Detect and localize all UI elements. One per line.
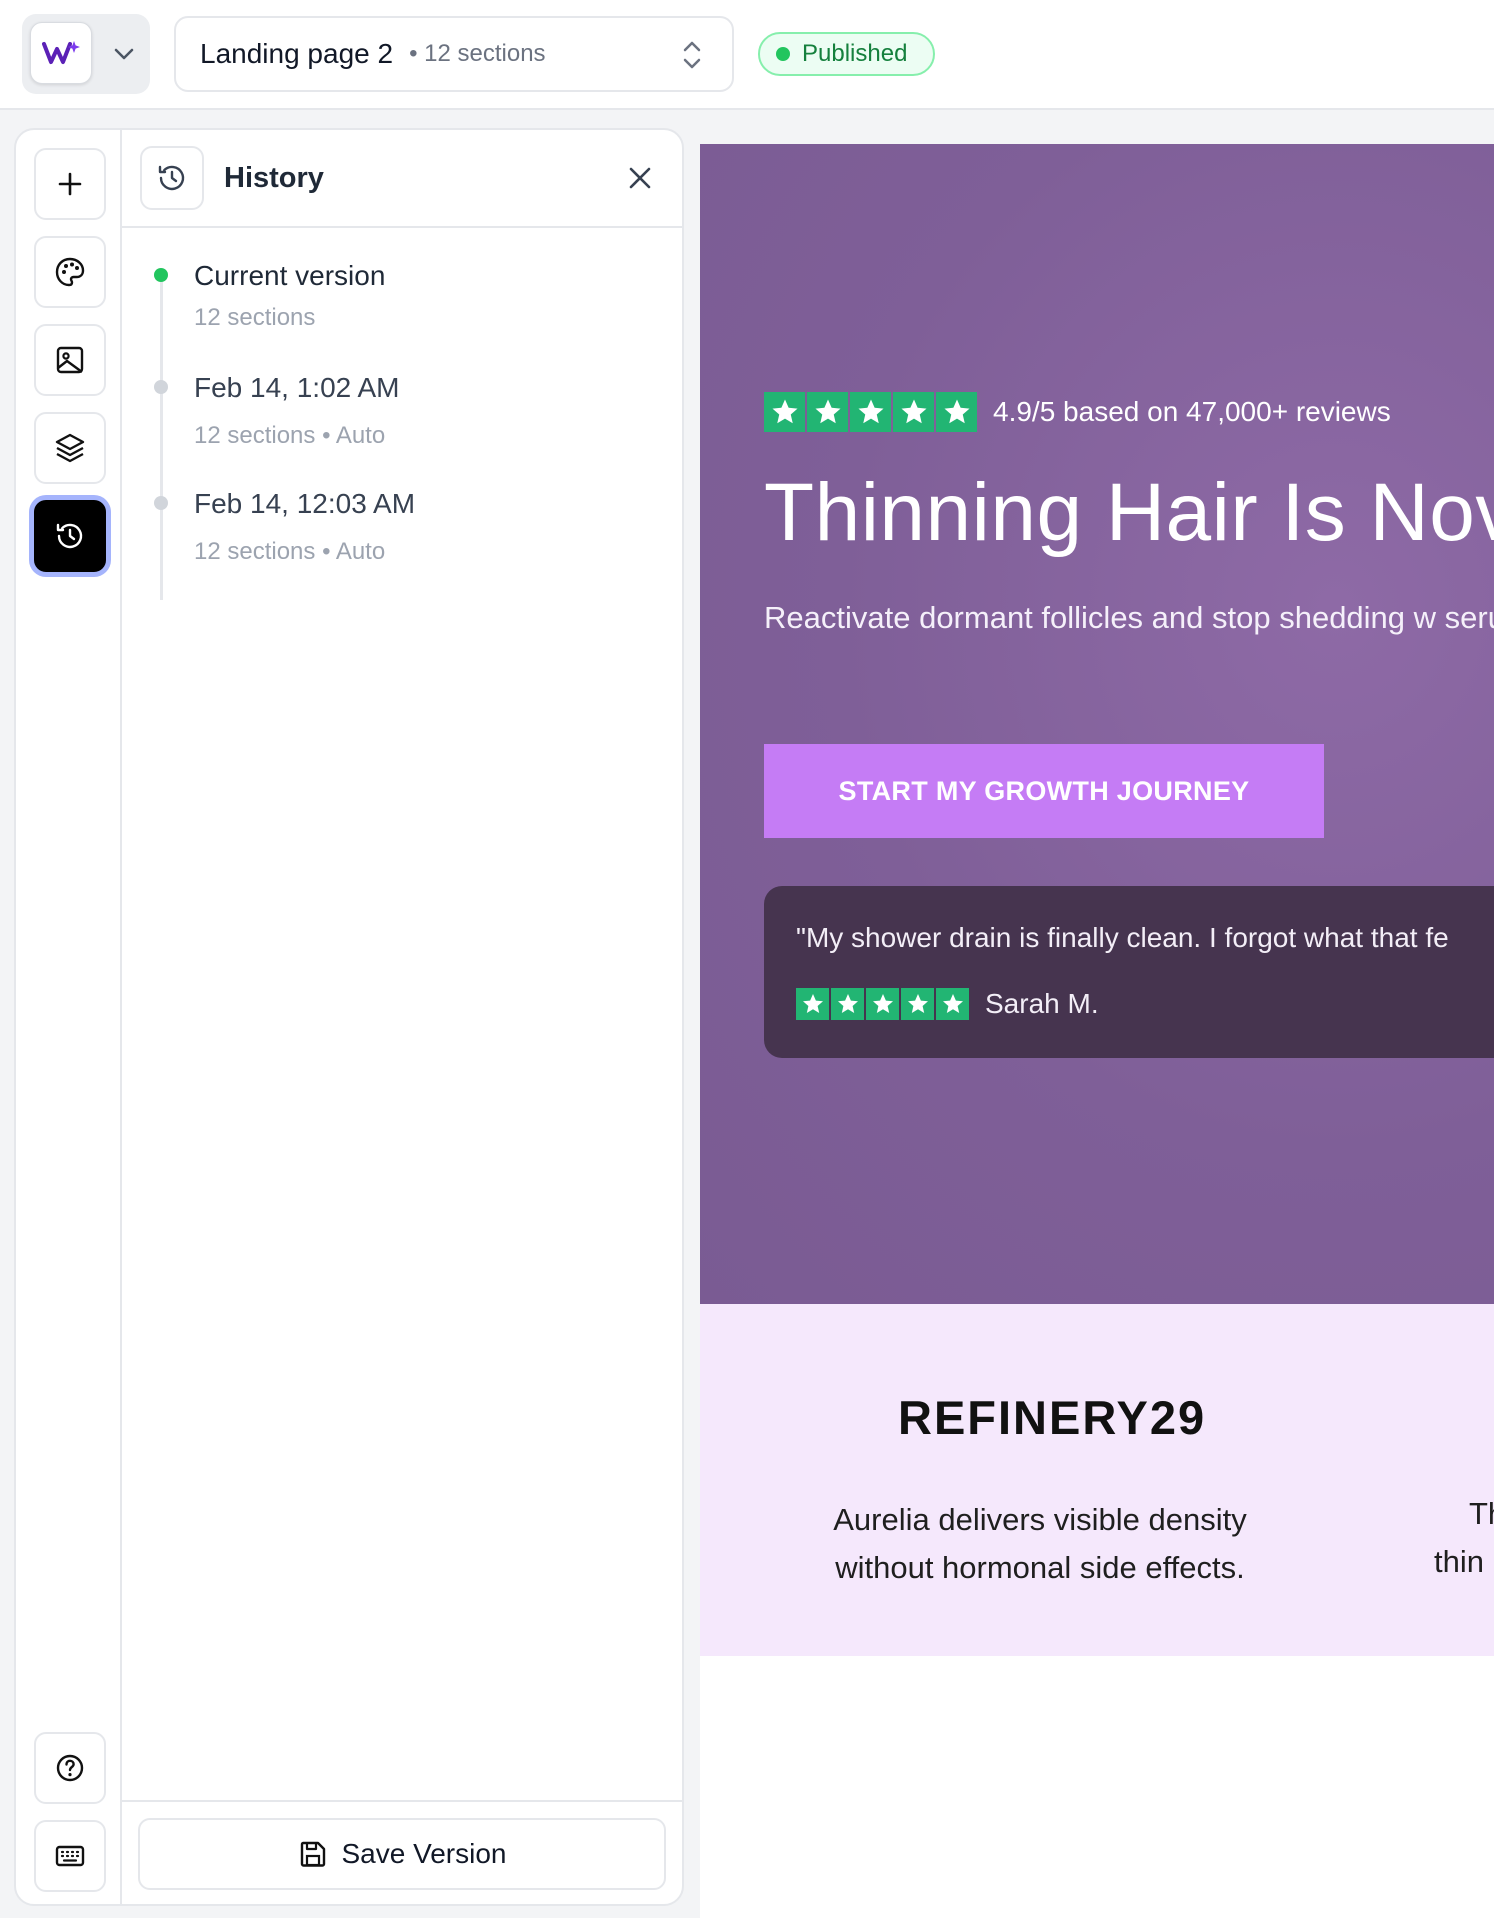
layers-button[interactable]	[34, 412, 106, 484]
rating-stars	[764, 392, 977, 432]
history-icon	[56, 523, 83, 549]
press-logo: REFINERY29	[898, 1391, 1207, 1444]
palette-icon	[55, 257, 85, 287]
version-title: Current version	[194, 260, 386, 291]
history-footer: Save Version	[122, 1800, 682, 1904]
add-section-button[interactable]	[34, 148, 106, 220]
workspace-switcher[interactable]	[22, 14, 150, 94]
version-item[interactable]: Feb 14, 1:02 AM 12 sections • Auto	[154, 372, 400, 450]
press-quote-2-line1: Th	[1469, 1496, 1494, 1531]
current-version-dot-icon	[154, 268, 168, 282]
layers-icon	[55, 433, 85, 463]
plus-icon	[58, 172, 82, 196]
version-title: Feb 14, 12:03 AM	[194, 488, 416, 519]
top-bar: Landing page 2 • 12 sections Published	[0, 0, 1494, 110]
history-panel: History Current version 12 sections Feb …	[122, 130, 682, 1904]
status-dot-icon	[776, 47, 790, 61]
star-icon	[866, 988, 899, 1020]
keyboard-icon	[55, 1845, 85, 1867]
status-badge: Published	[758, 32, 935, 76]
reviewer-name: Sarah M.	[985, 988, 1099, 1019]
star-icon	[936, 988, 969, 1020]
status-label: Published	[802, 40, 908, 67]
help-button[interactable]	[34, 1732, 106, 1804]
page-canvas[interactable]: 4.9/5 based on 47,000+ reviews Thinning …	[700, 144, 1494, 1918]
tool-rail	[16, 130, 122, 1904]
version-subtitle: 12 sections • Auto	[194, 422, 386, 449]
star-icon	[796, 988, 829, 1020]
image-icon	[56, 346, 84, 374]
version-item[interactable]: Feb 14, 12:03 AM 12 sections • Auto	[154, 488, 416, 566]
page-name: Landing page 2	[200, 38, 394, 69]
star-icon	[807, 392, 848, 432]
help-icon	[56, 1754, 84, 1782]
save-version-button[interactable]: Save Version	[138, 1818, 666, 1890]
review-row: Sarah M.	[796, 988, 1099, 1020]
testimonial-card: "My shower drain is finally clean. I for…	[764, 886, 1494, 1058]
chevron-up-down-icon	[683, 41, 701, 69]
hero-subtitle: Reactivate dormant follicles and stop sh…	[764, 600, 1494, 635]
page-selector[interactable]: Landing page 2 • 12 sections	[174, 16, 734, 92]
version-subtitle: 12 sections	[194, 304, 316, 331]
history-icon	[140, 146, 204, 210]
star-icon	[901, 988, 934, 1020]
press-section[interactable]: REFINERY29 Aurelia delivers visible dens…	[700, 1304, 1494, 1656]
star-icon	[831, 988, 864, 1020]
review-stars	[796, 988, 969, 1020]
hero-title: Thinning Hair Is Nov	[764, 467, 1494, 558]
rating-text: 4.9/5 based on 47,000+ reviews	[993, 396, 1391, 427]
version-dot-icon	[154, 496, 168, 510]
save-version-label: Save Version	[341, 1838, 507, 1869]
star-icon	[936, 392, 977, 432]
cta-button[interactable]: START MY GROWTH JOURNEY	[764, 744, 1324, 838]
press-quote-2-line2: thin	[1434, 1544, 1484, 1579]
logo-icon[interactable]	[30, 22, 92, 84]
star-icon	[850, 392, 891, 432]
chevron-down-icon[interactable]	[110, 40, 138, 68]
media-button[interactable]	[34, 324, 106, 396]
keyboard-shortcuts-button[interactable]	[34, 1820, 106, 1892]
history-button[interactable]	[34, 500, 106, 572]
star-icon	[764, 392, 805, 432]
version-subtitle: 12 sections • Auto	[194, 538, 386, 565]
history-title: History	[224, 162, 324, 194]
star-icon	[893, 392, 934, 432]
left-panel: History Current version 12 sections Feb …	[14, 128, 684, 1906]
version-dot-icon	[154, 380, 168, 394]
version-title: Feb 14, 1:02 AM	[194, 372, 400, 403]
hero-section[interactable]: 4.9/5 based on 47,000+ reviews Thinning …	[700, 144, 1494, 1304]
page-section-count: • 12 sections	[409, 40, 546, 67]
history-header: History	[122, 130, 682, 228]
version-item-current[interactable]: Current version 12 sections	[154, 260, 386, 332]
testimonial-quote: "My shower drain is finally clean. I for…	[796, 922, 1449, 953]
close-icon[interactable]	[624, 162, 656, 194]
theme-button[interactable]	[34, 236, 106, 308]
timeline-line	[160, 270, 163, 600]
press-quote: Aurelia delivers visible density without…	[833, 1502, 1247, 1585]
rating-row: 4.9/5 based on 47,000+ reviews	[764, 392, 1391, 432]
save-icon	[300, 1841, 325, 1867]
